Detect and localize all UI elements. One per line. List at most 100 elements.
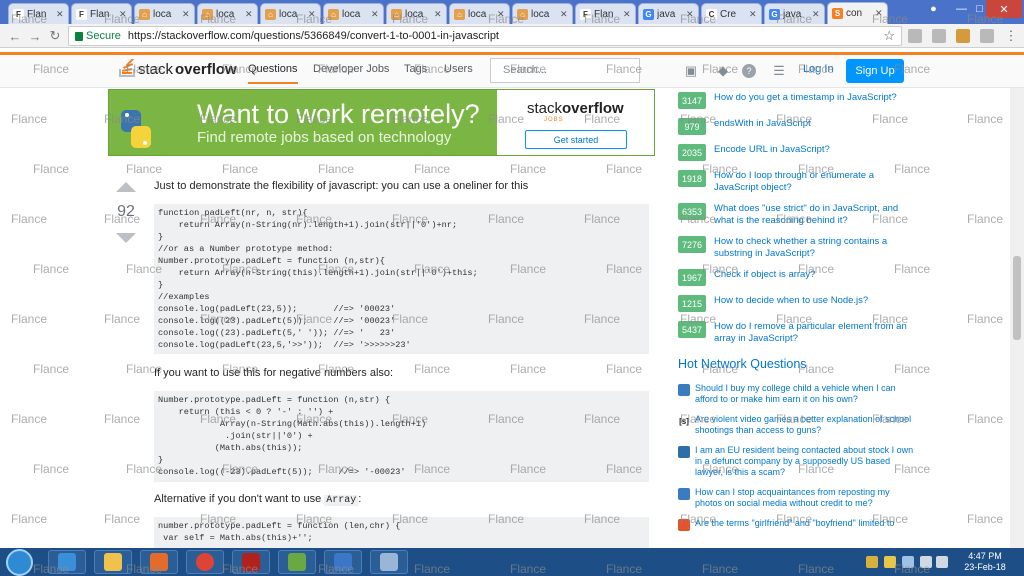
tab-close-icon[interactable]: ✕: [245, 9, 253, 20]
nav-questions[interactable]: Questions: [248, 63, 298, 84]
site-logo[interactable]: stack overflow: [118, 59, 237, 79]
extension-icon[interactable]: [932, 29, 946, 43]
tab-close-icon[interactable]: ✕: [686, 9, 694, 20]
search-input[interactable]: Search...: [490, 58, 640, 83]
user-icon[interactable]: ●: [920, 0, 947, 18]
tab-close-icon[interactable]: ✕: [56, 9, 64, 20]
taskbar-app-network-app[interactable]: [324, 550, 362, 574]
question-score-badge[interactable]: 1215: [678, 295, 706, 312]
inbox-icon[interactable]: ▣: [684, 64, 698, 78]
question-link[interactable]: Encode URL in JavaScript?: [714, 144, 918, 156]
reload-button[interactable]: ↻: [46, 27, 64, 45]
page-scrollbar[interactable]: [1010, 88, 1024, 549]
browser-tab[interactable]: F Flan ✕: [8, 3, 69, 24]
browser-tab[interactable]: ⌂ loca ✕: [197, 3, 258, 24]
question-score-badge[interactable]: 7276: [678, 236, 706, 253]
tab-close-icon[interactable]: ✕: [812, 9, 820, 20]
close-window-button[interactable]: ✕: [986, 0, 1022, 18]
taskbar-app-chrome[interactable]: [186, 550, 224, 574]
browser-tab[interactable]: ⌂ loca ✕: [323, 3, 384, 24]
browser-tab[interactable]: ⌂ loca ✕: [386, 3, 447, 24]
menu-icon[interactable]: ⋮: [1002, 27, 1020, 45]
question-link[interactable]: endsWith in JavaScript: [714, 118, 918, 130]
forward-button[interactable]: →: [26, 27, 44, 45]
tab-close-icon[interactable]: ✕: [560, 9, 568, 20]
question-link[interactable]: How do you get a timestamp in JavaScript…: [714, 92, 918, 104]
question-score-badge[interactable]: 1918: [678, 170, 706, 187]
hot-question-link[interactable]: Are the terms "girlfriend" and "boyfrien…: [695, 518, 918, 529]
hot-network-questions-title[interactable]: Hot Network Questions: [678, 357, 918, 371]
taskbar-app-virtualbox[interactable]: [370, 550, 408, 574]
browser-tab[interactable]: Gjava ✕: [764, 3, 825, 24]
tab-close-icon[interactable]: ✕: [182, 9, 190, 20]
question-score-badge[interactable]: 1967: [678, 269, 706, 286]
upvote-icon[interactable]: [116, 182, 136, 192]
extension-icon[interactable]: [980, 29, 994, 43]
question-score-badge[interactable]: 979: [678, 118, 706, 135]
downvote-icon[interactable]: [116, 233, 136, 243]
signup-button[interactable]: Sign Up: [846, 59, 904, 83]
site-switcher-icon[interactable]: ☰: [772, 64, 786, 78]
jobs-banner-ad[interactable]: Want to work remotely? Find remote jobs …: [108, 89, 655, 156]
browser-tab[interactable]: Gjava ✕: [638, 3, 699, 24]
tab-close-icon[interactable]: ✕: [749, 9, 757, 20]
back-button[interactable]: ←: [6, 27, 24, 45]
help-icon[interactable]: ?: [742, 64, 756, 78]
browser-tab[interactable]: ⌂ loca ✕: [260, 3, 321, 24]
question-link[interactable]: How to decide when to use Node.js?: [714, 295, 918, 307]
browser-tab[interactable]: ⌂ loca ✕: [134, 3, 195, 24]
volume-icon[interactable]: [936, 556, 948, 568]
question-score-badge[interactable]: 2035: [678, 144, 706, 161]
tab-close-icon[interactable]: ✕: [371, 9, 379, 20]
get-started-button[interactable]: Get started: [525, 130, 627, 149]
nav-tags[interactable]: Tags: [404, 63, 427, 75]
taskbar-app-chart-app[interactable]: [278, 550, 316, 574]
login-link[interactable]: Log In: [803, 63, 834, 75]
question-link[interactable]: Check if object is array?: [714, 269, 918, 281]
secure-indicator[interactable]: Secure: [75, 30, 121, 42]
browser-tab[interactable]: F Flan ✕: [71, 3, 132, 24]
question-link[interactable]: How to check whether a string contains a…: [714, 236, 918, 260]
taskbar-app-filezilla[interactable]: [232, 550, 270, 574]
browser-tab[interactable]: ⌂ loca ✕: [449, 3, 510, 24]
nav-users[interactable]: Users: [444, 63, 473, 75]
tab-close-icon[interactable]: ✕: [875, 8, 883, 19]
browser-tab[interactable]: F Flan ✕: [575, 3, 636, 24]
browser-tab[interactable]: Scon ✕: [827, 2, 888, 24]
tray-icon[interactable]: [866, 556, 878, 568]
question-score-badge[interactable]: 5437: [678, 321, 706, 338]
taskbar-app-media-player[interactable]: [140, 550, 178, 574]
bookmark-star-icon[interactable]: ☆: [883, 28, 895, 44]
tray-icon[interactable]: [884, 556, 896, 568]
scrollbar-thumb[interactable]: [1013, 256, 1021, 340]
start-button[interactable]: [6, 549, 33, 576]
tab-close-icon[interactable]: ✕: [497, 9, 505, 20]
tab-close-icon[interactable]: ✕: [434, 9, 442, 20]
nav-developer-jobs[interactable]: Developer Jobs: [313, 63, 389, 75]
browser-tab[interactable]: ⌂ loca ✕: [512, 3, 573, 24]
question-score-badge[interactable]: 3147: [678, 92, 706, 109]
taskbar-app-internet-explorer[interactable]: [48, 550, 86, 574]
hot-question-link[interactable]: Should I buy my college child a vehicle …: [695, 383, 918, 405]
system-clock[interactable]: 4:47 PM 23-Feb-18: [950, 551, 1020, 573]
question-link[interactable]: How do I remove a particular element fro…: [714, 321, 918, 345]
question-link[interactable]: What does "use strict" do in JavaScript,…: [714, 203, 918, 227]
watermark-text: Flance: [967, 112, 1004, 126]
tab-close-icon[interactable]: ✕: [119, 9, 127, 20]
tab-close-icon[interactable]: ✕: [308, 9, 316, 20]
taskbar-app-file-explorer[interactable]: [94, 550, 132, 574]
tab-favicon-icon: ⌂: [202, 8, 213, 20]
extension-icon[interactable]: [908, 29, 922, 43]
question-link[interactable]: How do I loop through or enumerate a Jav…: [714, 170, 918, 194]
network-icon[interactable]: [920, 556, 932, 568]
hot-question-link[interactable]: Are violent video games a better explana…: [695, 414, 918, 436]
hot-question-link[interactable]: I am an EU resident being contacted abou…: [695, 445, 918, 478]
hot-question-link[interactable]: How can I stop acquaintances from repost…: [695, 487, 918, 509]
extension-icon[interactable]: [956, 29, 970, 43]
url-input[interactable]: Secure https://stackoverflow.com/questio…: [68, 26, 902, 46]
browser-tab[interactable]: C Cre ✕: [701, 3, 762, 24]
question-score-badge[interactable]: 6353: [678, 203, 706, 220]
tray-icon[interactable]: [902, 556, 914, 568]
tab-close-icon[interactable]: ✕: [623, 9, 631, 20]
achievements-icon[interactable]: ◆: [716, 64, 730, 78]
